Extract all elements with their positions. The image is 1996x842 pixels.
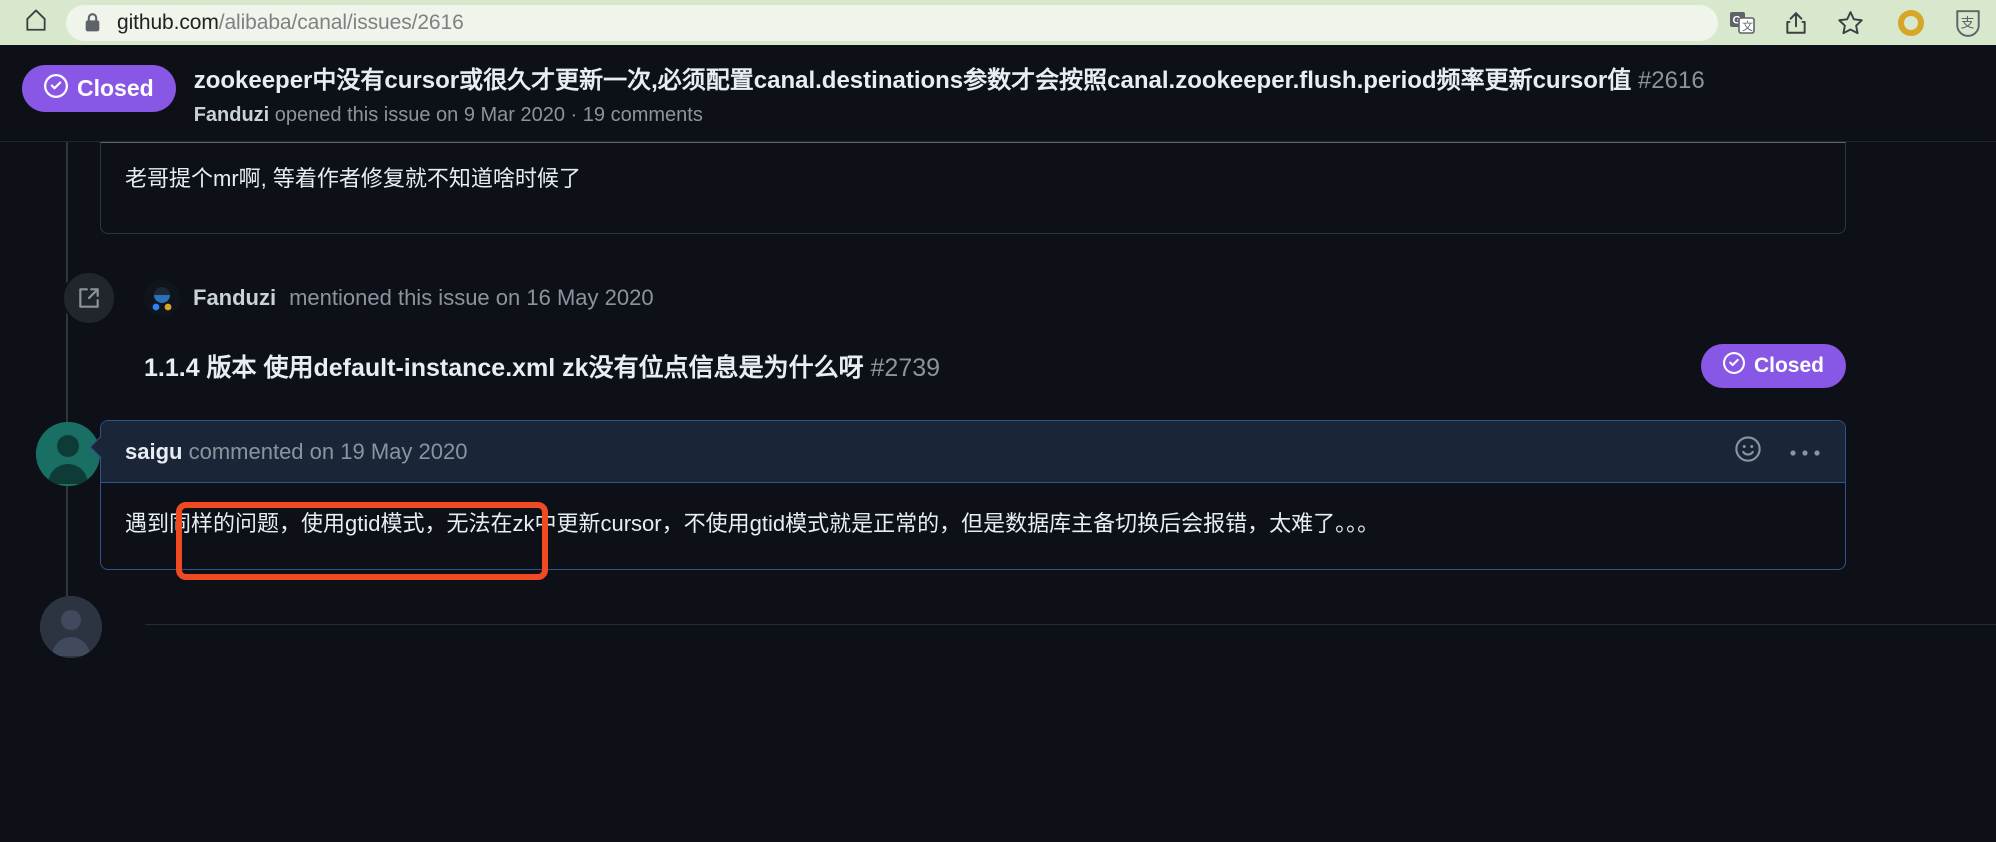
issue-title-text: zookeeper中没有cursor或很久才更新一次,必须配置canal.des… — [193, 67, 1632, 94]
event-description: mentioned this issue on 16 May 2020 — [289, 285, 654, 311]
referenced-issue-row: 1.1.4 版本 使用default-instance.xml zk没有位点信息… — [144, 344, 1846, 389]
svg-text:支: 支 — [1961, 15, 1975, 31]
url-host: github.com — [117, 10, 219, 34]
issue-timeline: 老哥提个mr啊, 等着作者修复就不知道啥时候了 Fanduzi mentione… — [0, 142, 1996, 658]
page-title: zookeeper中没有cursor或很久才更新一次,必须配置canal.des… — [194, 65, 1705, 96]
svg-text:文: 文 — [1742, 19, 1753, 33]
issue-number: #2616 — [1637, 67, 1705, 94]
avatar[interactable] — [36, 422, 100, 487]
comment-header: saigu commented on 19 May 2020 — [101, 421, 1845, 484]
referenced-issue-title-text: 1.1.4 版本 使用default-instance.xml zk没有位点信息… — [144, 354, 864, 383]
profile-avatar-icon[interactable] — [1898, 9, 1924, 36]
comment-actions — [1733, 434, 1821, 470]
address-bar[interactable]: github.com/alibaba/canal/issues/2616 — [66, 4, 1718, 41]
share-icon[interactable] — [1782, 9, 1810, 37]
bookmark-star-icon[interactable] — [1836, 9, 1864, 37]
referenced-issue-number: #2739 — [870, 354, 941, 383]
referenced-issue-status-label: Closed — [1753, 354, 1824, 378]
alipay-shield-icon[interactable]: 支 — [1954, 9, 1982, 37]
avatar[interactable] — [144, 280, 180, 317]
comment-author[interactable]: saigu — [125, 439, 182, 464]
comment-header-text: saigu commented on 19 May 2020 — [125, 439, 467, 465]
issue-meta: Fanduzi opened this issue on 9 Mar 2020 … — [194, 104, 1705, 127]
comment-card-partial: 老哥提个mr啊, 等着作者修复就不知道啥时候了 — [100, 142, 1846, 235]
timeline-rail — [66, 142, 68, 656]
kebab-menu-icon[interactable] — [1789, 439, 1821, 465]
home-icon — [23, 7, 49, 38]
next-comment-partial — [22, 595, 1996, 658]
comment-timestamp: commented on 19 May 2020 — [188, 438, 468, 464]
issue-closed-icon — [1722, 352, 1745, 380]
event-actor[interactable]: Fanduzi — [193, 285, 276, 311]
browser-extensions: 支 — [1876, 0, 1982, 45]
issue-header: Closed zookeeper中没有cursor或很久才更新一次,必须配置ca… — [0, 45, 1996, 143]
lock-icon — [84, 12, 101, 33]
comment-card-highlighted: saigu commented on 19 May 2020 遇到同样的问题，使… — [22, 420, 1996, 570]
issue-author[interactable]: Fanduzi — [194, 104, 270, 126]
referenced-issue-title[interactable]: 1.1.4 版本 使用default-instance.xml zk没有位点信息… — [144, 348, 940, 384]
url-path: /alibaba/canal/issues/2616 — [218, 10, 464, 34]
event-text: Fanduzi mentioned this issue on 16 May 2… — [144, 280, 654, 317]
referenced-issue-status-badge[interactable]: Closed — [1700, 344, 1846, 389]
comment-divider — [145, 623, 1996, 625]
home-button[interactable] — [14, 5, 58, 41]
browser-action-icons: G 文 — [1728, 9, 1868, 37]
translate-icon[interactable]: G 文 — [1728, 9, 1756, 37]
issue-closed-icon — [44, 73, 68, 104]
issue-meta-text: opened this issue on 9 Mar 2020 · 19 com… — [274, 104, 703, 127]
browser-toolbar: github.com/alibaba/canal/issues/2616 G 文 — [0, 0, 1996, 45]
github-issue-page: Closed zookeeper中没有cursor或很久才更新一次,必须配置ca… — [0, 45, 1996, 842]
cross-reference-icon — [62, 271, 116, 326]
status-badge[interactable]: Closed — [22, 65, 176, 112]
smiley-reaction-icon[interactable] — [1733, 434, 1763, 470]
comment-body: 老哥提个mr啊, 等着作者修复就不知道啥时候了 — [125, 166, 581, 192]
timeline-event-cross-reference: Fanduzi mentioned this issue on 16 May 2… — [22, 270, 1996, 326]
comment-body: 遇到同样的问题，使用gtid模式，无法在zk中更新cursor，不使用gtid模… — [125, 511, 1380, 537]
url-text: github.com/alibaba/canal/issues/2616 — [117, 11, 464, 35]
status-badge-label: Closed — [77, 75, 154, 101]
avatar[interactable] — [40, 595, 102, 658]
